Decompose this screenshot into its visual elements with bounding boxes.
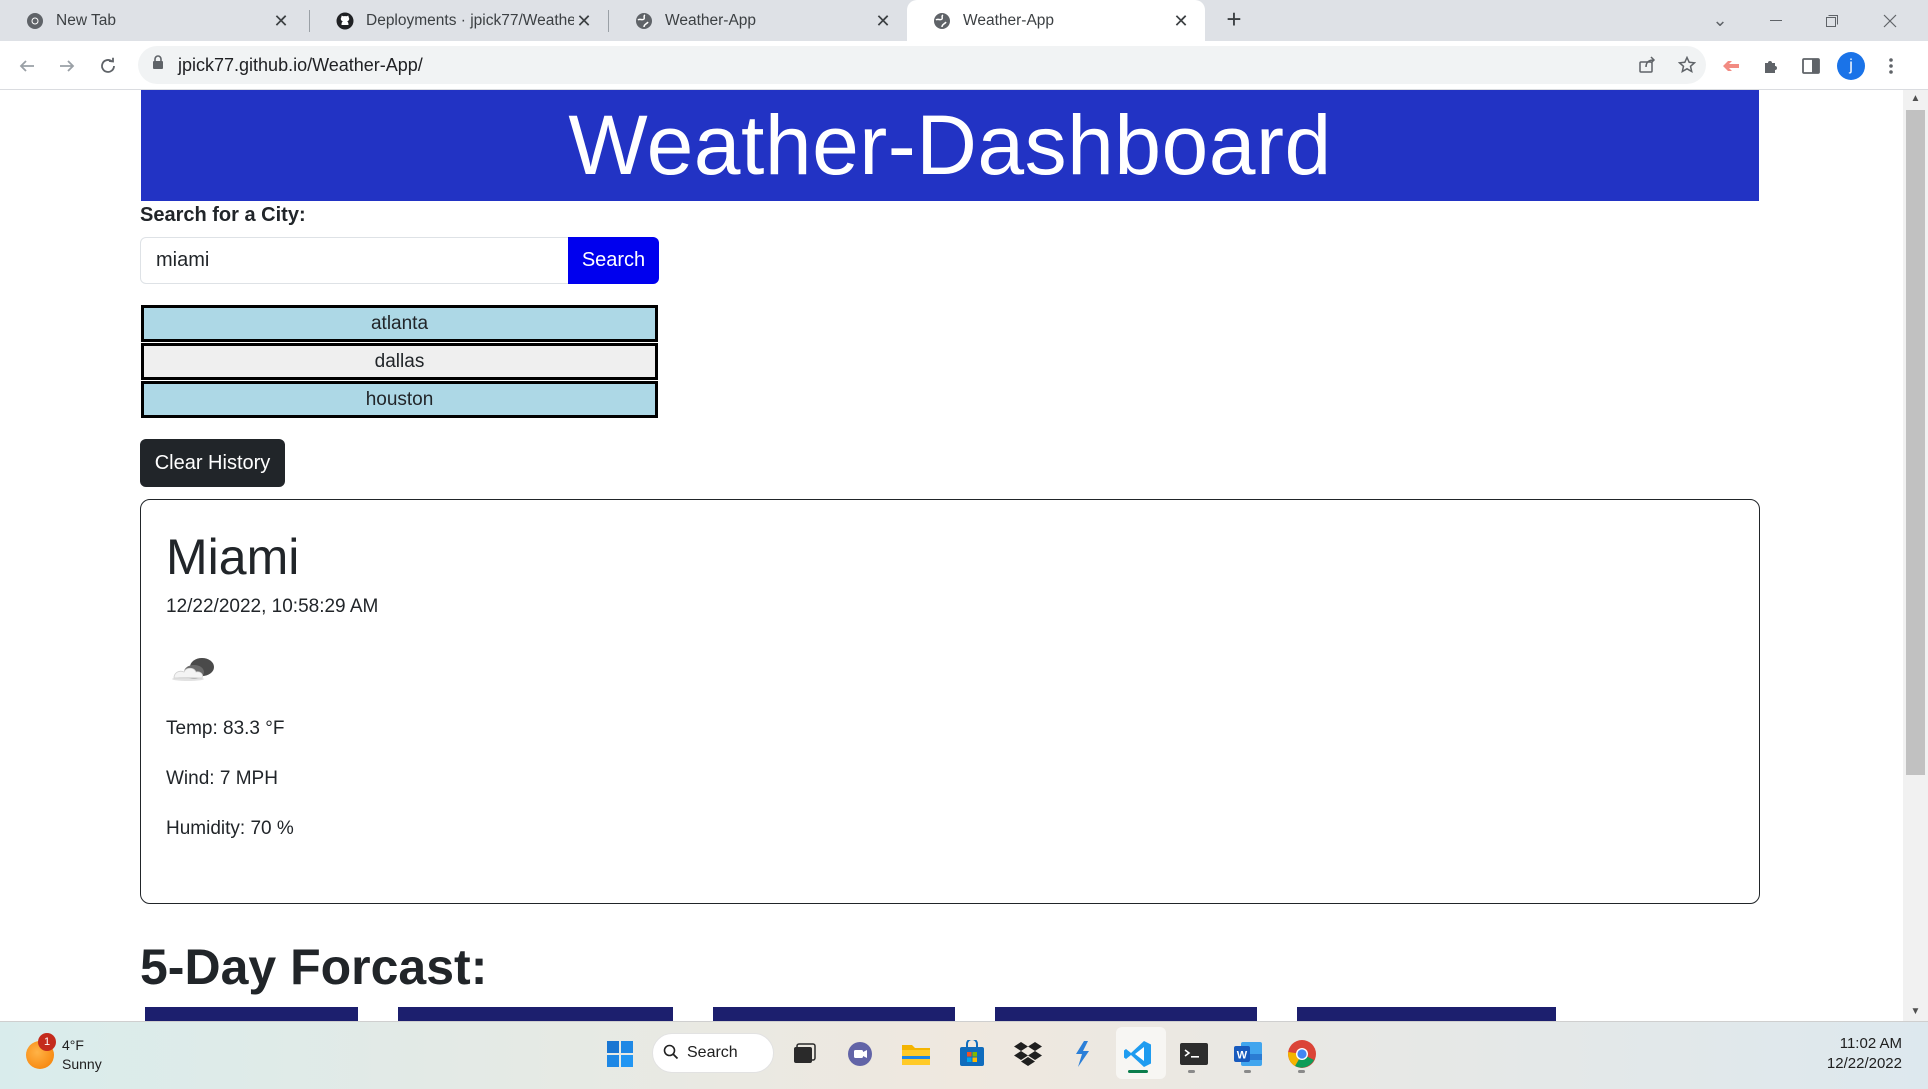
tab-close-icon[interactable]: ✕ bbox=[873, 11, 893, 31]
history-item-atlanta[interactable]: atlanta bbox=[141, 305, 658, 342]
chrome-icon bbox=[26, 12, 44, 30]
tab-title: Weather-App bbox=[963, 11, 1055, 29]
dropbox-icon[interactable] bbox=[1008, 1034, 1048, 1074]
lock-icon[interactable] bbox=[152, 55, 164, 75]
current-city-name: Miami bbox=[166, 529, 300, 585]
restore-icon[interactable] bbox=[1804, 0, 1860, 41]
current-humidity: Humidity: 70 % bbox=[166, 818, 294, 839]
notification-badge: 1 bbox=[38, 1033, 56, 1051]
forecast-card bbox=[713, 1007, 955, 1021]
weather-temp: 4°F bbox=[62, 1037, 84, 1053]
tab-new-tab[interactable]: New Tab ✕ bbox=[0, 0, 305, 41]
profile-initial: j bbox=[1837, 52, 1865, 80]
page-scrollbar[interactable]: ▲ ▼ bbox=[1903, 90, 1928, 1021]
file-explorer-icon[interactable] bbox=[896, 1034, 936, 1074]
current-wind: Wind: 7 MPH bbox=[166, 768, 278, 789]
forecast-card bbox=[995, 1007, 1257, 1021]
clock-date: 12/22/2022 bbox=[1826, 1055, 1902, 1072]
scroll-up-arrow-icon[interactable]: ▲ bbox=[1903, 90, 1928, 108]
running-indicator bbox=[1298, 1070, 1305, 1073]
tab-close-icon[interactable]: ✕ bbox=[1171, 11, 1191, 31]
globe-icon bbox=[933, 12, 951, 30]
browser-toolbar: jpick77.github.io/Weather-App/ j bbox=[0, 41, 1928, 90]
url-text[interactable]: jpick77.github.io/Weather-App/ bbox=[178, 55, 423, 76]
vs-code-icon[interactable] bbox=[1118, 1034, 1158, 1074]
scrollbar-thumb[interactable] bbox=[1906, 110, 1925, 775]
tab-weather-app[interactable]: Weather-App ✕ bbox=[609, 0, 907, 41]
windows-start-icon[interactable] bbox=[600, 1034, 640, 1074]
tab-close-icon[interactable]: ✕ bbox=[574, 11, 594, 31]
history-item-dallas[interactable]: dallas bbox=[141, 343, 658, 380]
page-viewport: Weather-Dashboard Search for a City: Sea… bbox=[0, 90, 1903, 1021]
taskbar-weather-widget[interactable]: 1 4°F Sunny bbox=[26, 1033, 102, 1074]
taskbar-search-label: Search bbox=[687, 1044, 738, 1061]
taskbar-search-box[interactable]: Search bbox=[652, 1033, 774, 1073]
history-item-houston[interactable]: houston bbox=[141, 381, 658, 418]
vs-code-insiders-icon[interactable] bbox=[1062, 1034, 1102, 1074]
tab-deployments[interactable]: Deployments · jpick77/Weather- ✕ bbox=[310, 0, 608, 41]
profile-avatar[interactable]: j bbox=[1836, 51, 1866, 81]
close-window-icon[interactable] bbox=[1862, 0, 1918, 41]
cloudy-icon bbox=[166, 640, 226, 690]
teams-chat-icon[interactable] bbox=[840, 1034, 880, 1074]
weather-desc: Sunny bbox=[62, 1056, 102, 1072]
forecast-card bbox=[398, 1007, 673, 1021]
forward-arrow-icon[interactable] bbox=[52, 51, 82, 81]
new-tab-plus-icon[interactable]: + bbox=[1220, 6, 1248, 34]
tab-title: New Tab bbox=[56, 11, 117, 29]
system-clock[interactable]: 11:02 AM 12/22/2022 bbox=[1800, 1034, 1902, 1074]
current-temp: Temp: 83.3 °F bbox=[166, 718, 285, 739]
back-arrow-icon[interactable] bbox=[12, 51, 42, 81]
chrome-taskbar-icon[interactable] bbox=[1282, 1034, 1322, 1074]
current-datetime: 12/22/2022, 10:58:29 AM bbox=[166, 596, 379, 617]
forecast-card bbox=[145, 1007, 358, 1021]
extension-red-icon[interactable] bbox=[1716, 51, 1746, 81]
forecast-card bbox=[1297, 1007, 1556, 1021]
city-search-input[interactable] bbox=[140, 237, 570, 284]
github-icon bbox=[336, 12, 354, 30]
side-panel-icon[interactable] bbox=[1796, 51, 1826, 81]
forecast-heading: 5-Day Forcast: bbox=[140, 939, 488, 995]
clear-history-button[interactable]: Clear History bbox=[140, 439, 285, 487]
tab-search-chevron-icon[interactable]: ⌄ bbox=[1692, 0, 1748, 41]
globe-icon bbox=[635, 12, 653, 30]
tab-weather-app-active[interactable]: Weather-App ✕ bbox=[907, 0, 1205, 41]
search-icon bbox=[663, 1044, 679, 1065]
word-icon[interactable]: W bbox=[1228, 1034, 1268, 1074]
browser-tab-strip: New Tab ✕ Deployments · jpick77/Weather-… bbox=[0, 0, 1928, 41]
tab-title: Deployments · jpick77/Weather- bbox=[366, 11, 574, 29]
current-weather-card: Miami 12/22/2022, 10:58:29 AM Temp: 83.3… bbox=[140, 499, 1760, 904]
sunny-icon: 1 bbox=[26, 1033, 56, 1069]
bookmark-star-icon[interactable] bbox=[1668, 46, 1706, 84]
search-history-list: atlanta dallas houston bbox=[141, 305, 658, 419]
extensions-puzzle-icon[interactable] bbox=[1756, 51, 1786, 81]
address-bar[interactable]: jpick77.github.io/Weather-App/ bbox=[138, 46, 1706, 84]
active-indicator bbox=[1128, 1070, 1148, 1073]
tab-close-icon[interactable]: ✕ bbox=[271, 11, 291, 31]
svg-text:W: W bbox=[1237, 1050, 1248, 1062]
minimize-icon[interactable] bbox=[1748, 0, 1804, 41]
search-button[interactable]: Search bbox=[568, 237, 659, 284]
share-icon[interactable] bbox=[1628, 46, 1666, 84]
task-view-icon[interactable] bbox=[784, 1034, 824, 1074]
running-indicator bbox=[1188, 1070, 1195, 1073]
tab-title: Weather-App bbox=[665, 11, 757, 29]
windows-taskbar: 1 4°F Sunny Search W 11:02 AM 12/22/2022 bbox=[0, 1021, 1928, 1089]
search-label: Search for a City: bbox=[140, 204, 306, 226]
running-indicator bbox=[1244, 1070, 1251, 1073]
page-title: Weather-Dashboard bbox=[141, 90, 1759, 201]
menu-kebab-icon[interactable] bbox=[1876, 51, 1906, 81]
clock-time: 11:02 AM bbox=[1839, 1035, 1902, 1052]
microsoft-store-icon[interactable] bbox=[952, 1034, 992, 1074]
terminal-icon[interactable] bbox=[1174, 1034, 1214, 1074]
reload-icon[interactable] bbox=[93, 51, 123, 81]
scroll-down-arrow-icon[interactable]: ▼ bbox=[1903, 1003, 1928, 1021]
